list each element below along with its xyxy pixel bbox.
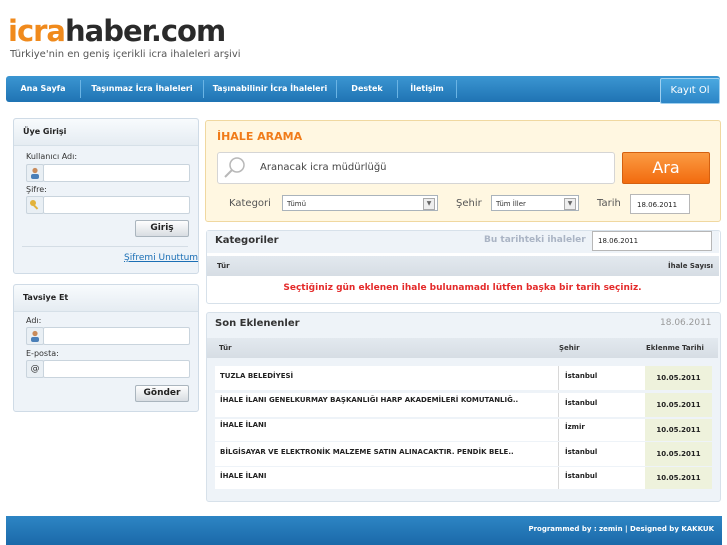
user-icon	[26, 164, 44, 182]
date-label: Tarih	[597, 198, 621, 209]
column-divider	[558, 366, 559, 390]
row-title: İHALE İLANI GENELKURMAY BAŞKANLIĞI HARP …	[220, 396, 519, 404]
table-row[interactable]: İHALE İLANI İzmir 10.05.2011	[215, 419, 712, 441]
login-title: Üye Girişi	[23, 127, 67, 136]
logo-text-main: haber.com	[65, 14, 226, 48]
row-date: 10.05.2011	[645, 442, 712, 466]
name-input[interactable]	[43, 327, 190, 345]
table-row[interactable]: İHALE İLANI GENELKURMAY BAŞKANLIĞI HARP …	[215, 393, 712, 417]
recent-table-header	[207, 338, 718, 358]
category-select[interactable]: Tümü ▼	[282, 195, 438, 211]
col-type: Tür	[219, 344, 232, 352]
nav-contact[interactable]: İletişim	[398, 76, 456, 102]
table-row[interactable]: İHALE İLANI İstanbul 10.05.2011	[215, 467, 712, 489]
login-button[interactable]: Giriş	[135, 220, 189, 237]
city-select-value: Tüm İller	[496, 200, 526, 208]
email-input[interactable]	[43, 360, 190, 378]
column-divider	[558, 393, 559, 417]
nav-divider	[456, 80, 457, 98]
password-input[interactable]	[43, 196, 190, 214]
row-date: 10.05.2011	[645, 366, 712, 390]
column-divider	[558, 467, 559, 489]
column-divider	[558, 419, 559, 441]
recommend-title: Tavsiye Et	[23, 293, 69, 302]
chevron-down-icon: ▼	[564, 198, 576, 210]
row-city: İstanbul	[565, 399, 598, 407]
send-button[interactable]: Gönder	[135, 385, 189, 402]
username-input[interactable]	[43, 164, 190, 182]
footer-credits: Programmed by : zemin | Designed by KAKK…	[528, 525, 714, 533]
empty-message: Seçtiğiniz gün eklenen ihale bulunamadı …	[283, 283, 642, 293]
column-divider	[558, 442, 559, 466]
recent-date: 18.06.2011	[660, 318, 712, 328]
table-row[interactable]: BİLGİSAYAR VE ELEKTRONİK MALZEME SATIN A…	[215, 442, 712, 466]
login-divider	[22, 246, 188, 247]
name-label: Adı:	[26, 316, 42, 325]
categories-title: Kategoriler	[215, 235, 279, 246]
recent-title: Son Eklenenler	[215, 318, 300, 329]
nav-home[interactable]: Ana Sayfa	[6, 76, 80, 102]
col-type: Tür	[217, 262, 230, 270]
col-city: Şehir	[559, 344, 580, 352]
search-title: İHALE ARAMA	[217, 130, 303, 143]
city-label: Şehir	[456, 198, 482, 209]
category-select-value: Tümü	[287, 200, 307, 208]
register-button[interactable]: Kayıt Ol	[660, 78, 720, 104]
row-city: İstanbul	[565, 372, 598, 380]
nav-movable-auctions[interactable]: Taşınabilinir İcra İhaleleri	[204, 76, 336, 102]
search-icon	[222, 156, 248, 178]
search-button[interactable]: Ara	[622, 152, 710, 184]
categories-table-header	[207, 256, 719, 276]
row-city: İstanbul	[565, 472, 598, 480]
site-tagline: Türkiye'nin en geniş içerikli icra ihale…	[10, 49, 241, 60]
password-label: Şifre:	[26, 185, 47, 194]
row-city: İstanbul	[565, 448, 598, 456]
city-select[interactable]: Tüm İller ▼	[491, 195, 579, 211]
email-label: E-posta:	[26, 349, 59, 358]
forgot-password-link[interactable]: Şifremi Unuttum	[124, 253, 198, 263]
nav-immovable-auctions[interactable]: Taşınmaz İcra İhaleleri	[81, 76, 203, 102]
logo-text-accent: icra	[8, 14, 66, 48]
row-date: 10.05.2011	[645, 467, 712, 489]
footer: Programmed by : zemin | Designed by KAKK…	[6, 516, 722, 545]
row-date: 10.05.2011	[645, 419, 712, 441]
site-logo[interactable]: icrahaber.com	[8, 14, 226, 48]
category-label: Kategori	[229, 198, 271, 209]
row-city: İzmir	[565, 423, 585, 431]
at-sign-icon: @	[26, 360, 44, 378]
row-date: 10.05.2011	[645, 393, 712, 417]
categories-date-input[interactable]: 18.06.2011	[592, 231, 712, 251]
username-label: Kullanıcı Adı:	[26, 152, 78, 161]
table-row[interactable]: TUZLA BELEDİYESİ İstanbul 10.05.2011	[215, 366, 712, 390]
chevron-down-icon: ▼	[423, 198, 435, 210]
col-auction-count: İhale Sayısı	[668, 262, 713, 270]
row-title: BİLGİSAYAR VE ELEKTRONİK MALZEME SATIN A…	[220, 448, 514, 456]
key-icon	[26, 196, 44, 214]
nav-support[interactable]: Destek	[337, 76, 397, 102]
row-title: İHALE İLANI	[220, 421, 267, 429]
date-prompt: Bu tarihteki ihaleler	[484, 235, 586, 245]
row-title: İHALE İLANI	[220, 472, 267, 480]
row-title: TUZLA BELEDİYESİ	[220, 372, 294, 380]
search-placeholder: Aranacak icra müdürlüğü	[260, 162, 387, 173]
col-added-date: Eklenme Tarihi	[646, 344, 704, 352]
user-icon	[26, 327, 44, 345]
main-nav: Ana Sayfa Taşınmaz İcra İhaleleri Taşına…	[6, 76, 720, 102]
search-date-input[interactable]: 18.06.2011	[630, 194, 690, 214]
